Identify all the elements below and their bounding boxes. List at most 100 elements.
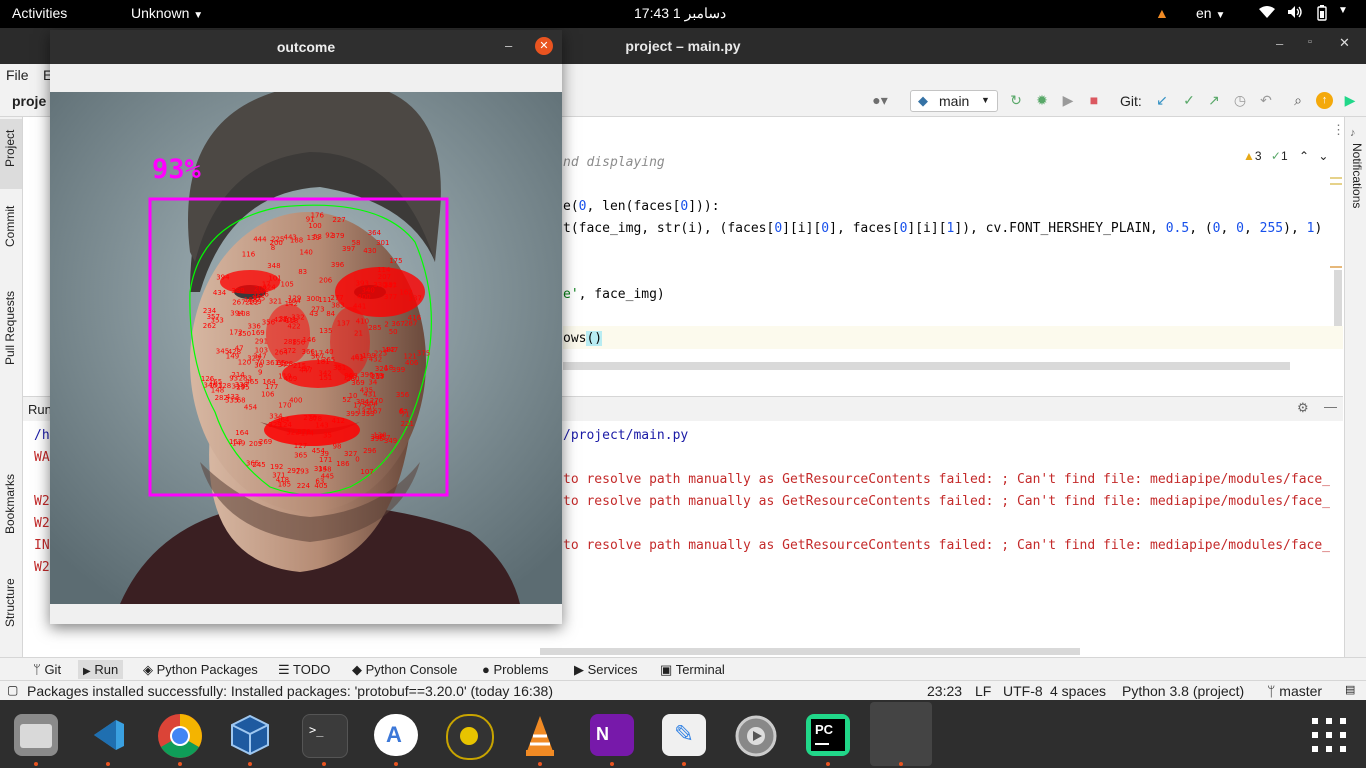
stop-icon[interactable]: ■ [1086,92,1102,108]
code-token: ]), cv.FONT_HERSHEY_PLAIN, [954,221,1166,236]
outcome-window-icon[interactable] [870,702,932,766]
landmark-index-label: 164 [235,429,249,437]
vscode-icon[interactable] [86,714,130,756]
landmark-index-label: 98 [333,443,342,451]
landmark-index-label: 18 [384,364,393,372]
run-config-selector[interactable]: ◆ main ▼ [910,90,998,112]
landmark-index-label: 400 [357,293,370,301]
rerun-icon[interactable]: ↻ [1008,92,1024,108]
inspection-widget[interactable]: ▲3 ✓1 ⌃ ⌄ [1243,149,1328,163]
debug-icon[interactable]: ✹ [1034,92,1050,108]
landmark-index-label: 9 [258,369,262,377]
git-commit-icon[interactable]: ✓ [1181,92,1197,108]
history-icon[interactable]: ◷ [1232,92,1248,108]
run-tab-label[interactable]: Run [28,402,52,417]
commit-tool-tab[interactable]: Commit [3,206,17,247]
landmark-index-label: 287 [404,320,417,328]
tab-problems[interactable]: ● Problems [482,662,548,677]
project-tool-tab[interactable]: Project [3,130,17,167]
caret-position[interactable]: 23:23 [927,683,962,699]
landmark-index-label: 348 [267,262,280,270]
console-fragment: IN [34,538,50,553]
rollback-icon[interactable]: ↶ [1258,92,1274,108]
git-push-icon[interactable]: ↗ [1206,92,1222,108]
vlc-icon[interactable] [518,714,562,756]
code-token: , len(faces[ [586,199,681,214]
jetbrains-ai-icon[interactable]: ▶ [1342,92,1358,108]
files-icon[interactable] [14,714,58,756]
next-highlight-icon[interactable]: ⌄ [1318,149,1328,163]
landmark-index-label: 395 [346,410,359,418]
file-encoding[interactable]: UTF-8 [1003,683,1043,699]
update-icon[interactable]: ↑ [1316,92,1333,109]
tab-problems-label: Problems [493,662,549,677]
landmark-index-label: 36 [254,361,263,369]
rhythmbox-icon[interactable] [446,714,494,760]
notifications-tool-tab[interactable]: Notifications [1350,143,1364,208]
battery-icon[interactable] [1316,5,1328,24]
activities-button[interactable]: Activities [12,5,67,21]
menu-file[interactable]: File [6,67,29,83]
user-icon[interactable]: ●▾ [869,92,891,108]
hide-panel-icon[interactable]: — [1324,399,1337,414]
more-options-icon[interactable]: ⋮ [1332,122,1345,138]
search-icon[interactable]: ⌕ [1290,92,1306,108]
minimize-icon[interactable]: – [1276,36,1283,51]
bookmarks-tool-tab[interactable]: Bookmarks [3,474,17,534]
coverage-icon[interactable]: ▶ [1060,92,1076,108]
python-interpreter[interactable]: Python 3.8 (project) [1122,683,1244,699]
tab-python-packages[interactable]: ◈ Python Packages [143,662,258,678]
tab-run[interactable]: ▶ Run [78,660,124,679]
console-horizontal-scrollbar[interactable] [540,648,1080,655]
tab-python-console[interactable]: ◆ Python Console [352,662,457,678]
console-fragment: /h [34,428,50,443]
structure-tool-tab[interactable]: Structure [3,578,17,627]
git-update-icon[interactable]: ↙ [1154,92,1170,108]
toggle-tool-windows-icon[interactable]: ▢ [7,683,18,697]
close-icon[interactable]: ✕ [535,37,553,55]
pull-requests-tool-tab[interactable]: Pull Requests [3,291,17,365]
landmark-index-label: 2 [384,321,388,329]
virtualbox-icon[interactable] [228,714,272,756]
outcome-title-bar[interactable]: outcome – ✕ [50,30,562,64]
wifi-icon[interactable] [1258,5,1276,22]
onenote-icon[interactable]: N [590,714,634,756]
git-branch-widget[interactable]: ᛘ master [1267,683,1322,699]
memory-indicator-icon[interactable]: ▤ [1345,683,1355,696]
editor-horizontal-scrollbar[interactable] [563,362,1290,370]
tab-terminal[interactable]: ▣ Terminal [660,662,725,678]
terminal-app-icon[interactable]: >_ [302,714,348,758]
console-fragment: W2 [34,516,50,531]
chrome-icon[interactable] [158,714,202,758]
language-indicator[interactable]: en ▼ [1196,5,1225,21]
gear-icon[interactable]: ⚙ [1297,400,1309,416]
previous-highlight-icon[interactable]: ⌃ [1299,149,1309,163]
app-menu[interactable]: Unknown ▼ [131,5,203,21]
clock[interactable]: 17:43 1 دسامبر [634,5,726,22]
system-menu-chevron-icon[interactable]: ▼ [1338,5,1348,16]
show-applications-icon[interactable] [1310,716,1354,758]
tab-services[interactable]: ▶ Services [574,662,637,678]
minimize-icon[interactable]: – [505,38,512,53]
line-separator[interactable]: LF [975,683,991,699]
close-icon[interactable]: ✕ [1339,35,1350,51]
pycharm-icon[interactable]: PC [806,714,850,756]
status-message[interactable]: Packages installed successfully: Install… [27,683,553,699]
android-studio-icon[interactable]: A [374,714,418,756]
tab-todo[interactable]: ☰ TODO [278,662,330,678]
code-comment: nd displaying [563,155,665,170]
landmark-index-label: 21 [354,329,363,337]
landmark-index-label: 399 [392,366,405,374]
code-line-destroy: ows() [563,331,603,346]
settings-icon[interactable] [734,714,778,757]
landmark-index-label: 175 [389,257,402,265]
volume-icon[interactable] [1287,5,1303,22]
project-breadcrumb[interactable]: proje [12,93,46,109]
outcome-window-title: outcome [276,39,336,55]
console-error-line: to resolve path manually as GetResourceC… [563,472,1331,487]
tab-git[interactable]: ᛘ Git [33,662,61,677]
maximize-icon[interactable]: ▫ [1308,36,1312,48]
vlc-tray-icon[interactable]: ▲ [1155,5,1169,21]
indent-setting[interactable]: 4 spaces [1050,683,1106,699]
text-editor-icon[interactable]: ✎ [662,714,706,756]
